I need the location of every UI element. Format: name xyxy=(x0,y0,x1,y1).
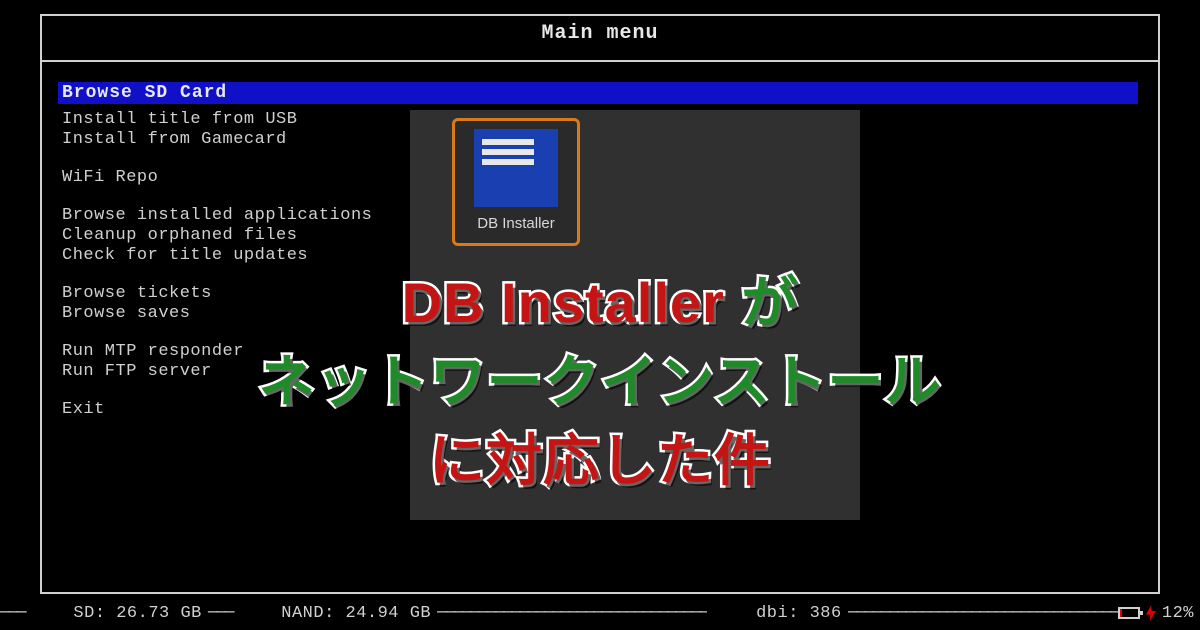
battery-icon xyxy=(1118,607,1140,619)
status-sd: SD: 26.73 GB xyxy=(25,585,208,630)
menu-item-selected[interactable]: Browse SD Card xyxy=(58,82,1138,104)
db-installer-icon xyxy=(474,129,558,207)
menu-item[interactable]: Run FTP server xyxy=(62,362,372,382)
menu-item[interactable]: Install from Gamecard xyxy=(62,130,372,150)
battery-percent: 12% xyxy=(1162,604,1194,623)
menu-item[interactable]: Run MTP responder xyxy=(62,342,372,362)
status-dash-fill: ────────────────────────────────────────… xyxy=(848,604,1118,623)
menu-item[interactable]: Browse saves xyxy=(62,304,372,324)
menu-item[interactable]: Browse tickets xyxy=(62,284,372,304)
menu-item[interactable]: WiFi Repo xyxy=(62,168,372,188)
menu-item[interactable]: Cleanup orphaned files xyxy=(62,226,372,246)
menu-item[interactable]: Install title from USB xyxy=(62,110,372,130)
status-dash-fill: ────────────────────────────────────────… xyxy=(437,604,707,623)
status-nand: NAND: 24.94 GB xyxy=(232,585,437,630)
charging-icon xyxy=(1146,605,1156,621)
menu-item[interactable]: Check for title updates xyxy=(62,246,372,266)
app-icon-label: DB Installer xyxy=(477,215,555,232)
status-bar: ─── SD: 26.73 GB ─── NAND: 24.94 GB ────… xyxy=(0,600,1200,626)
status-dbi: dbi: 386 xyxy=(707,585,847,630)
battery-level xyxy=(1120,609,1122,617)
menu-item[interactable]: Browse installed applications xyxy=(62,206,372,226)
status-dash: ─── xyxy=(208,604,233,623)
status-dash: ─── xyxy=(0,604,25,623)
menu-item-exit[interactable]: Exit xyxy=(62,400,372,420)
page-title: Main menu xyxy=(0,22,1200,45)
divider xyxy=(42,60,1160,62)
app-icon-tile[interactable]: DB Installer xyxy=(452,118,580,246)
main-menu: Install title from USB Install from Game… xyxy=(62,110,372,438)
